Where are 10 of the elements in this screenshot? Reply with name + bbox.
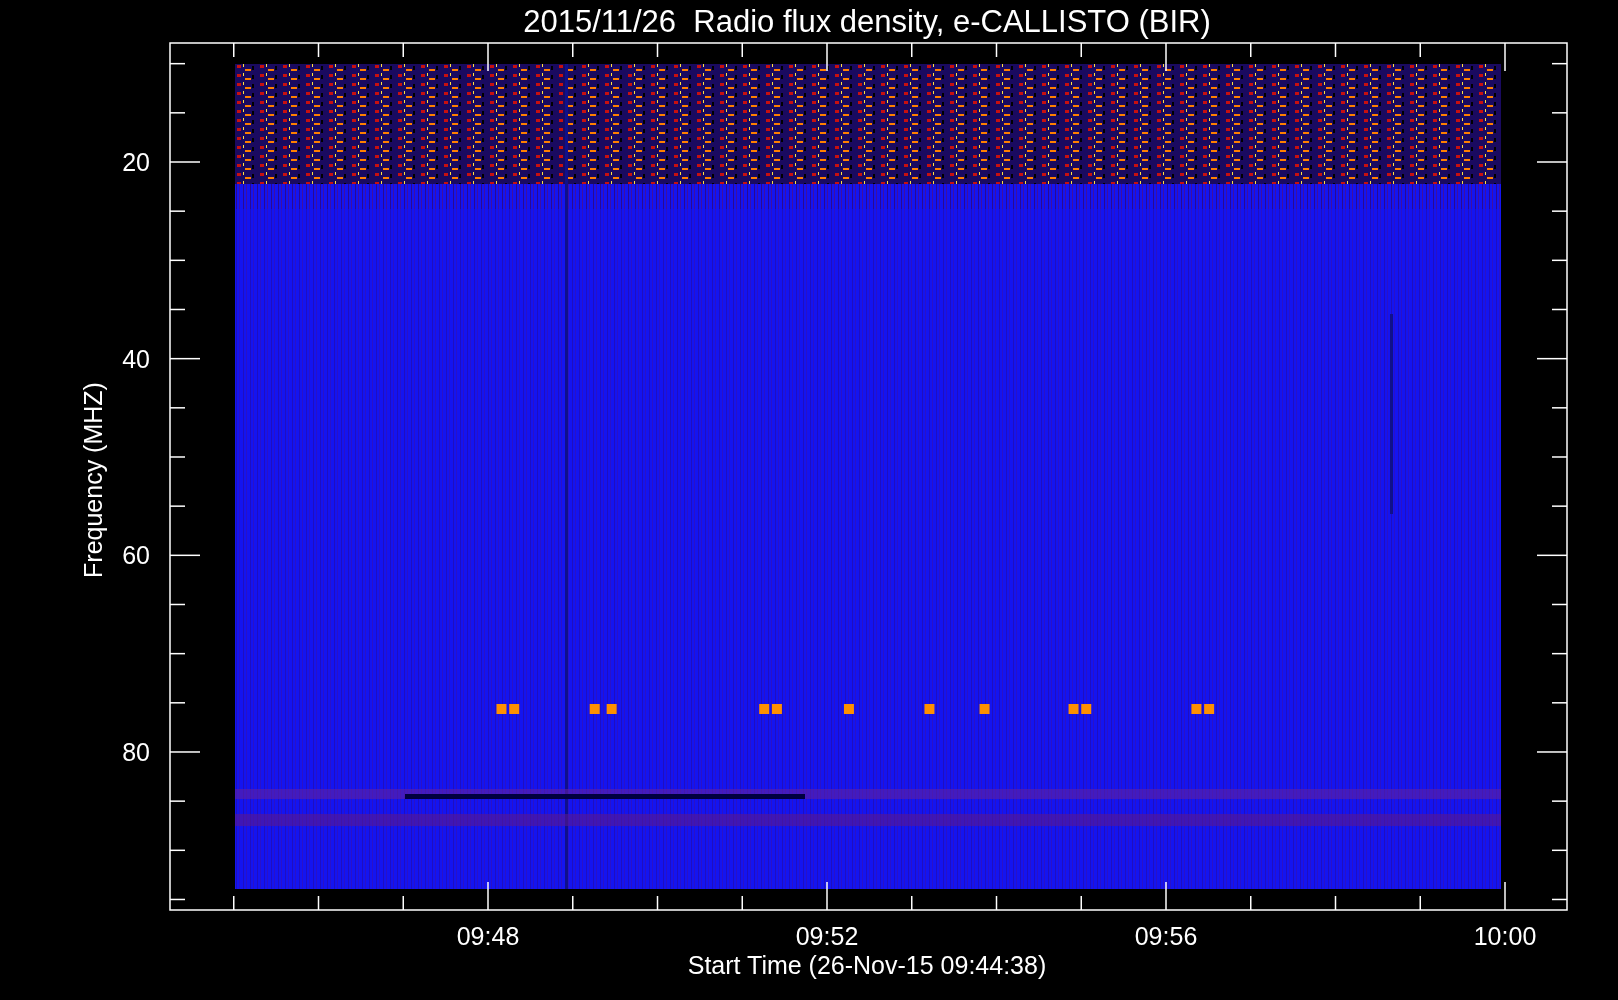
- x-tick-label: 09:48: [456, 924, 520, 949]
- y-tick-label: 20: [121, 149, 150, 175]
- x-tick-label: 10:00: [1473, 924, 1537, 949]
- x-tick-label: 09:52: [795, 924, 859, 949]
- x-tick-label: 09:56: [1134, 924, 1198, 949]
- chart-title: 2015/11/26 Radio flux density, e-CALLISTO (BIR): [523, 6, 1211, 37]
- y-tick-label: 40: [121, 346, 150, 372]
- x-axis-label: Start Time (26-Nov-15 09:44:38): [687, 953, 1047, 978]
- y-axis-label: Frequency (MHZ): [80, 382, 106, 578]
- y-tick-label: 80: [121, 739, 150, 765]
